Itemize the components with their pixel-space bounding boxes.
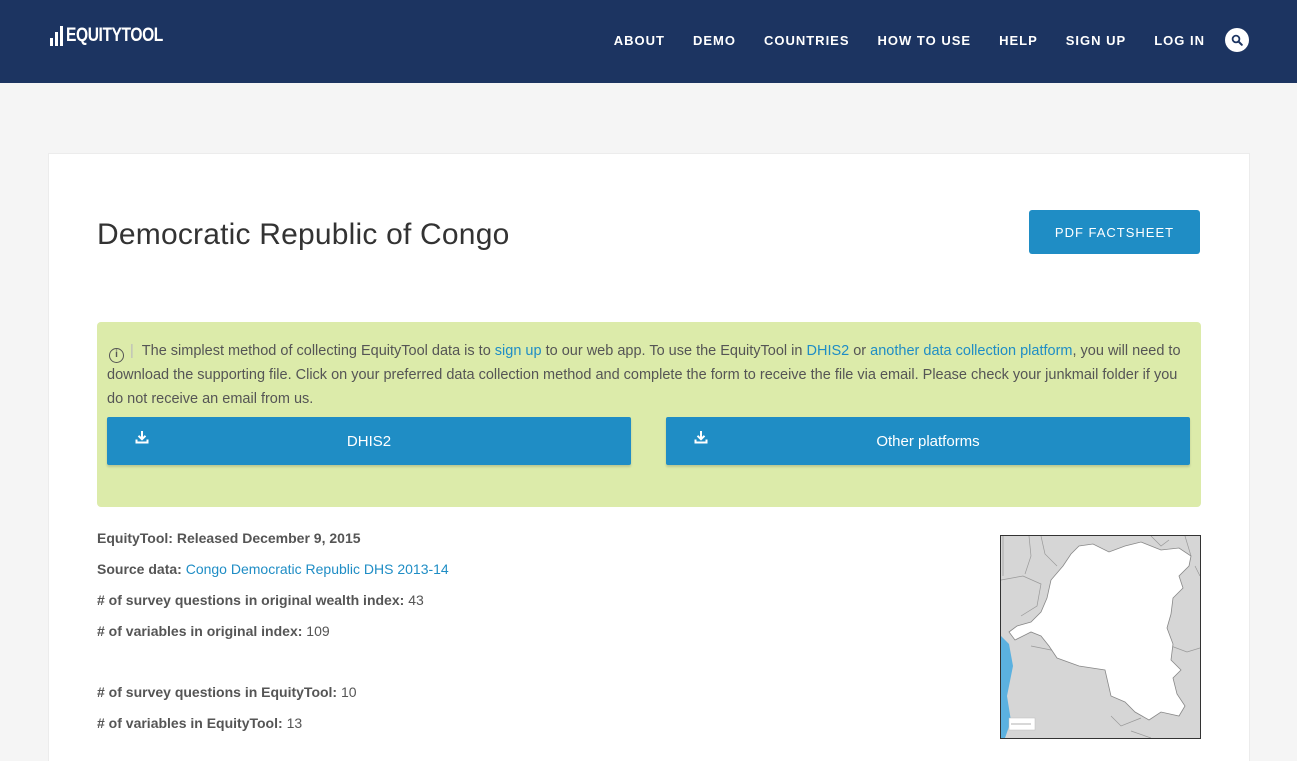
search-button[interactable]: [1225, 28, 1249, 52]
download-icon: [135, 431, 149, 444]
nav-sign-up[interactable]: SIGN UP: [1066, 34, 1126, 48]
source-data-label: Source data:: [97, 561, 182, 577]
notice-text-3: or: [849, 343, 871, 359]
equitytool-logo[interactable]: EQUITYTOOL: [50, 26, 184, 46]
notice-text-2: to our web app. To use the EquityTool in: [541, 343, 807, 359]
page-title: Democratic Republic of Congo: [97, 218, 510, 251]
equitytool-variables-label: # of variables in EquityTool:: [97, 715, 283, 731]
pdf-factsheet-button[interactable]: PDF FACTSHEET: [1029, 210, 1200, 254]
release-info: EquityTool: Released December 9, 2015: [97, 530, 361, 546]
info-icon: i: [109, 347, 124, 363]
wealth-questions-value: 43: [408, 592, 424, 608]
nav-demo[interactable]: DEMO: [693, 34, 736, 48]
download-notice: i | The simplest method of collecting Equi…: [97, 322, 1201, 507]
original-variables-row: # of variables in original index: 109: [97, 623, 330, 639]
nav-how-to-use[interactable]: HOW TO USE: [878, 34, 972, 48]
equitytool-variables-row: # of variables in EquityTool: 13: [97, 715, 302, 731]
notice-text: i | The simplest method of collecting Equi…: [107, 339, 1195, 411]
wealth-questions-row: # of survey questions in original wealth…: [97, 592, 424, 608]
dhis2-link[interactable]: DHIS2: [807, 343, 850, 359]
original-variables-value: 109: [306, 623, 330, 639]
divider: |: [130, 343, 134, 359]
nav-countries[interactable]: COUNTRIES: [764, 34, 850, 48]
country-map: [1000, 535, 1201, 739]
nav-log-in[interactable]: LOG IN: [1154, 34, 1205, 48]
source-data-row: Source data: Congo Democratic Republic D…: [97, 561, 449, 577]
other-platforms-button-label: Other platforms: [876, 432, 980, 450]
logo-bars-icon: [50, 26, 63, 46]
nav-about[interactable]: ABOUT: [614, 34, 665, 48]
notice-text-1: The simplest method of collecting Equity…: [141, 343, 495, 359]
original-variables-label: # of variables in original index:: [97, 623, 303, 639]
search-icon: [1231, 34, 1243, 46]
logo-text: EQUITYTOOL: [66, 25, 163, 46]
equitytool-questions-label: # of survey questions in EquityTool:: [97, 684, 338, 700]
equitytool-questions-row: # of survey questions in EquityTool: 10: [97, 684, 357, 700]
other-platform-link[interactable]: another data collection platform: [870, 343, 1072, 359]
release-date: EquityTool: Released December 9, 2015: [97, 530, 361, 546]
dhis2-button-label: DHIS2: [346, 432, 392, 450]
wealth-questions-label: # of survey questions in original wealth…: [97, 592, 405, 608]
equitytool-questions-value: 10: [341, 684, 357, 700]
sign-up-link[interactable]: sign up: [495, 343, 542, 359]
other-platforms-download-button[interactable]: Other platforms: [666, 417, 1190, 465]
source-data-link[interactable]: Congo Democratic Republic DHS 2013-14: [186, 561, 449, 577]
equitytool-variables-value: 13: [286, 715, 303, 731]
dhis2-download-button[interactable]: DHIS2: [107, 417, 631, 465]
download-icon: [694, 431, 708, 444]
top-navbar: EQUITYTOOL ABOUT DEMO COUNTRIES HOW TO U…: [0, 0, 1297, 83]
nav-help[interactable]: HELP: [999, 34, 1038, 48]
country-map-image: [1001, 536, 1200, 738]
main-nav: ABOUT DEMO COUNTRIES HOW TO USE HELP SIG…: [614, 34, 1205, 48]
